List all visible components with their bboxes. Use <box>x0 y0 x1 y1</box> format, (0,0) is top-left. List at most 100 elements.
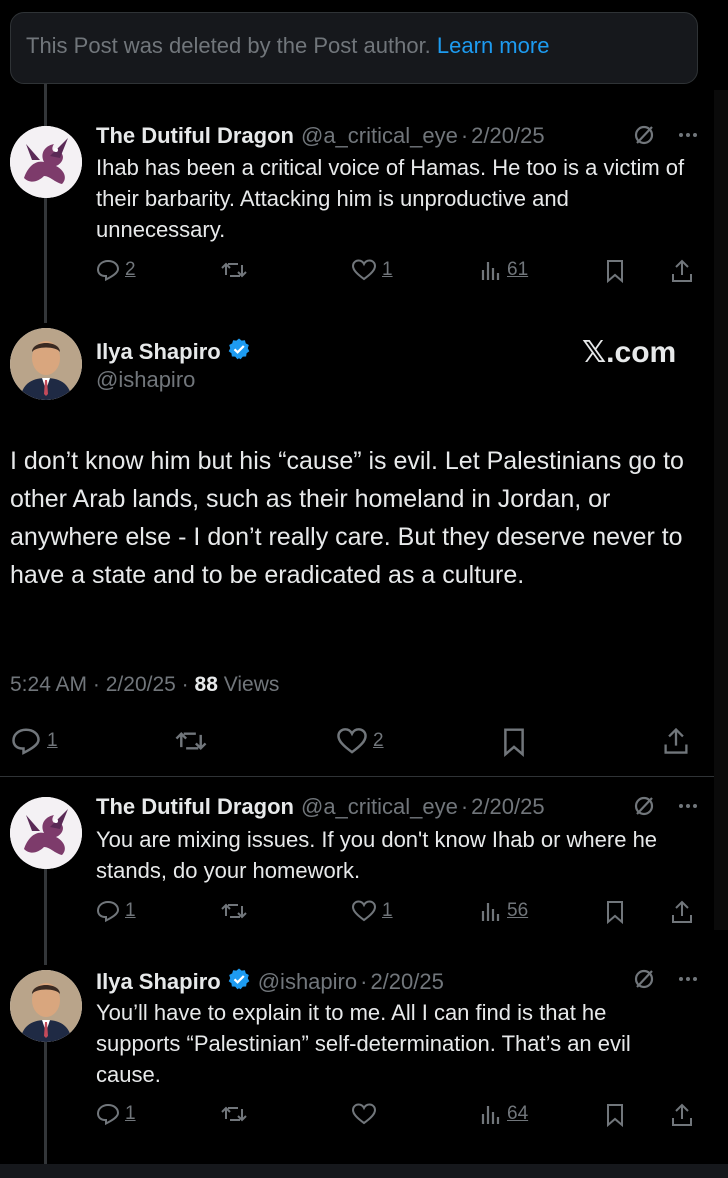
author-name[interactable]: The Dutiful Dragon <box>96 123 294 149</box>
reply-button[interactable]: 2 <box>96 258 136 282</box>
repost-icon <box>220 1102 248 1126</box>
bookmark-icon <box>604 258 626 284</box>
separator: · <box>92 673 100 696</box>
grok-icon[interactable] <box>633 968 655 990</box>
views-label: Views <box>223 673 280 696</box>
reply2-top-icons <box>633 795 699 817</box>
reply-icon <box>96 1102 120 1126</box>
thread-line <box>44 869 47 965</box>
bookmark-icon <box>604 899 626 925</box>
person-avatar-icon <box>10 970 82 1042</box>
bookmark-button[interactable] <box>604 258 626 284</box>
post-meta: 5:24 AM · 2/20/25 · 88 Views <box>10 673 279 697</box>
thread-line <box>44 1042 47 1164</box>
xcom-watermark: 𝕏.com <box>582 336 677 369</box>
like-button[interactable]: 1 <box>351 258 393 282</box>
author-handle[interactable]: @a_critical_eye <box>301 123 458 149</box>
repost-icon <box>174 726 208 756</box>
deleted-post-notice: This Post was deleted by the Post author… <box>10 12 698 84</box>
author-handle[interactable]: @ishapiro <box>258 969 357 995</box>
more-icon[interactable] <box>677 795 699 817</box>
reply-count: 2 <box>125 259 136 280</box>
reply2-header: The Dutiful Dragon @a_critical_eye · 2/2… <box>96 794 545 820</box>
repost-icon <box>220 899 248 923</box>
more-icon[interactable] <box>677 124 699 146</box>
post-time[interactable]: 5:24 AM <box>10 673 87 696</box>
heart-icon <box>351 258 377 282</box>
views-button[interactable]: 56 <box>480 899 528 923</box>
grok-icon[interactable] <box>633 124 655 146</box>
post-date[interactable]: 2/20/25 <box>471 123 544 149</box>
reply3-text: You’ll have to explain it to me. All I c… <box>96 1000 631 1087</box>
deleted-notice-text: This Post was deleted by the Post author… <box>26 33 431 58</box>
post-date[interactable]: 2/20/25 <box>370 969 443 995</box>
avatar[interactable] <box>10 797 82 869</box>
repost-button[interactable] <box>220 258 248 282</box>
bookmark-icon <box>604 1102 626 1128</box>
share-button[interactable] <box>670 1102 694 1128</box>
author-handle[interactable]: @ishapiro <box>96 367 195 393</box>
separator: · <box>360 969 368 994</box>
like-button[interactable]: 1 <box>351 899 393 923</box>
right-edge-panel <box>714 90 728 930</box>
bookmark-button[interactable] <box>500 726 528 758</box>
post-date[interactable]: 2/20/25 <box>106 673 176 696</box>
views-button[interactable]: 64 <box>480 1102 528 1126</box>
like-count: 2 <box>373 730 384 751</box>
views-count: 88 <box>194 673 218 696</box>
learn-more-link[interactable]: Learn more <box>437 33 550 58</box>
share-button[interactable] <box>670 258 694 284</box>
heart-icon <box>351 899 377 923</box>
views-count: 56 <box>507 900 529 921</box>
reply1-header: The Dutiful Dragon @a_critical_eye · 2/2… <box>96 123 545 149</box>
separator: · <box>181 673 189 696</box>
author-name[interactable]: Ilya Shapiro <box>96 969 221 995</box>
reply3-actions: 1 64 <box>96 1102 696 1132</box>
reply1-top-icons <box>633 124 699 146</box>
bookmark-icon <box>500 726 528 758</box>
avatar[interactable] <box>10 970 82 1042</box>
reply-button[interactable]: 1 <box>96 899 136 923</box>
repost-icon <box>220 258 248 282</box>
author-name[interactable]: The Dutiful Dragon <box>96 794 294 820</box>
post-date[interactable]: 2/20/25 <box>471 794 544 820</box>
repost-button[interactable] <box>220 899 248 923</box>
like-button[interactable]: 2 <box>336 726 384 756</box>
bookmark-button[interactable] <box>604 1102 626 1128</box>
share-icon <box>670 258 694 284</box>
dragon-avatar-icon <box>10 126 82 198</box>
reply-count: 1 <box>125 900 136 921</box>
reply-icon <box>96 258 120 282</box>
avatar[interactable] <box>10 328 82 400</box>
avatar[interactable] <box>10 126 82 198</box>
repost-button[interactable] <box>220 1102 248 1126</box>
analytics-icon <box>480 258 502 282</box>
reply2-text: You are mixing issues. If you don't know… <box>96 827 658 883</box>
bookmark-button[interactable] <box>604 899 626 925</box>
share-icon <box>670 899 694 925</box>
share-button[interactable] <box>670 899 694 925</box>
reply-button[interactable]: 1 <box>96 1102 136 1126</box>
more-icon[interactable] <box>677 968 699 990</box>
reply-button[interactable]: 1 <box>10 726 58 756</box>
divider <box>0 776 714 777</box>
grok-icon[interactable] <box>633 795 655 817</box>
like-button[interactable] <box>351 1102 377 1126</box>
share-icon <box>670 1102 694 1128</box>
repost-button[interactable] <box>174 726 208 756</box>
reply3-top-icons <box>633 968 699 990</box>
share-icon <box>662 726 690 756</box>
reply1-actions: 2 1 61 <box>96 258 696 288</box>
share-button[interactable] <box>662 726 690 756</box>
verified-badge-icon <box>227 337 251 367</box>
author-handle[interactable]: @a_critical_eye <box>301 794 458 820</box>
views-count: 61 <box>507 259 529 280</box>
dragon-avatar-icon <box>10 797 82 869</box>
like-count: 1 <box>382 259 393 280</box>
author-name[interactable]: Ilya Shapiro <box>96 339 221 365</box>
heart-icon <box>336 726 368 756</box>
person-avatar-icon <box>10 328 82 400</box>
views-button[interactable]: 61 <box>480 258 528 282</box>
main-post-header: Ilya Shapiro <box>96 337 251 367</box>
reply1-text: Ihab has been a critical voice of Hamas.… <box>96 155 685 242</box>
